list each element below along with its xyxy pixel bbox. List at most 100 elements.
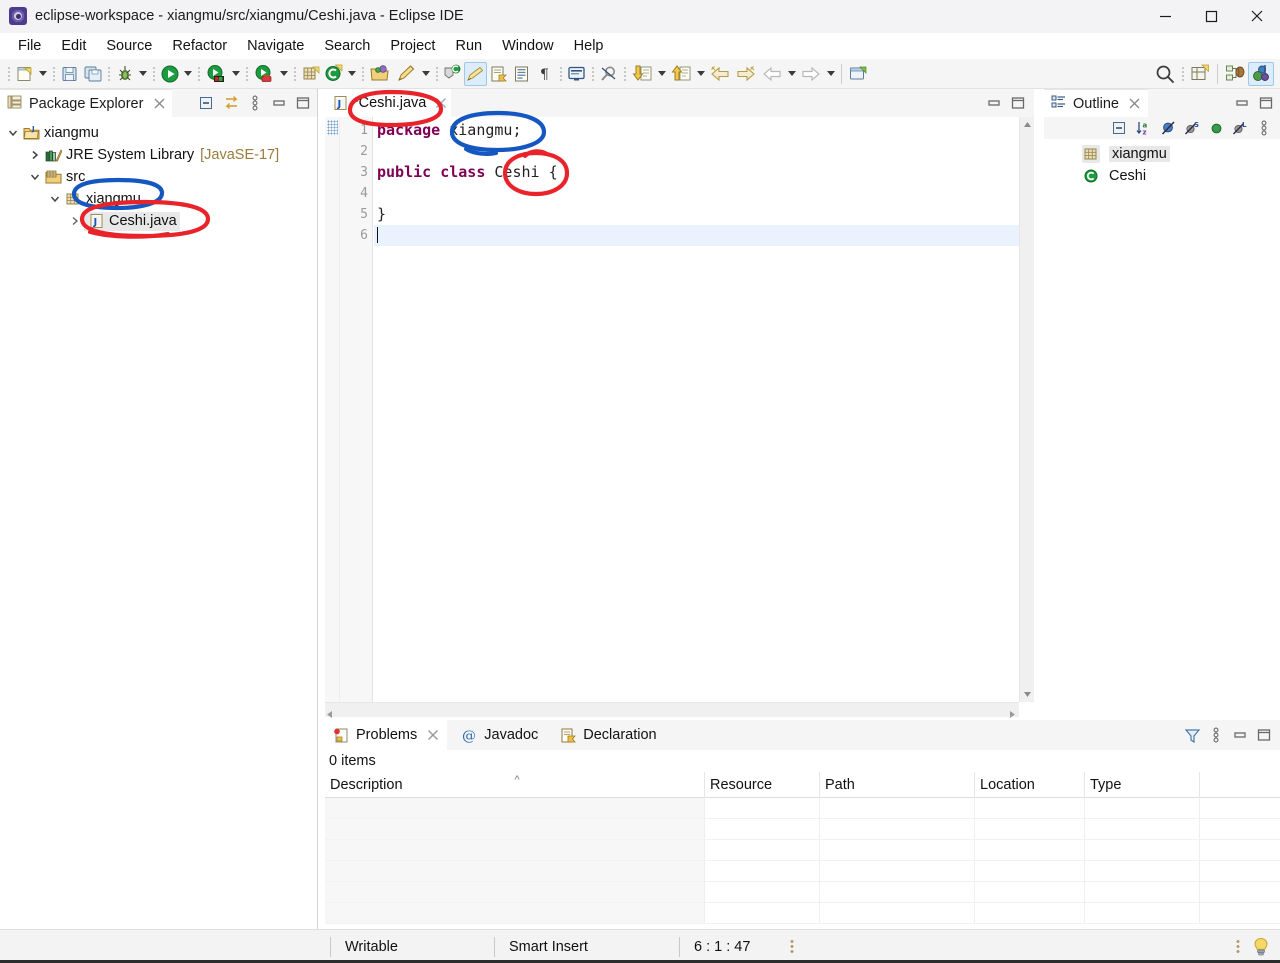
sort-icon[interactable]: a z: [1132, 116, 1156, 140]
code-line-1[interactable]: package xiangmu;: [374, 120, 1034, 141]
minimize-icon[interactable]: [1230, 91, 1254, 115]
minimize-icon[interactable]: [982, 91, 1006, 115]
status-trim-handle[interactable]: [1236, 938, 1240, 955]
edit-dropdown-icon[interactable]: [419, 62, 432, 86]
scroll-down-icon[interactable]: [1020, 687, 1035, 702]
menu-source[interactable]: Source: [96, 36, 162, 56]
run-dropdown-icon[interactable]: [181, 62, 194, 86]
tab-javadoc[interactable]: @ Javadoc: [447, 720, 546, 750]
next-edit-location-icon[interactable]: [733, 62, 759, 86]
hide-static-icon[interactable]: S: [1180, 116, 1204, 140]
minimize-icon[interactable]: [1142, 0, 1188, 33]
table-row[interactable]: [325, 798, 1280, 819]
menu-run[interactable]: Run: [445, 36, 492, 56]
menu-refactor[interactable]: Refactor: [162, 36, 237, 56]
filter-icon[interactable]: [1180, 723, 1204, 747]
twisty-expanded-icon[interactable]: [4, 122, 22, 144]
new-java-package-icon[interactable]: [299, 62, 322, 86]
tab-package-explorer[interactable]: Package Explorer: [0, 89, 173, 117]
menu-help[interactable]: Help: [564, 36, 614, 56]
previous-annotation-icon[interactable]: [668, 62, 694, 86]
status-resize-handle[interactable]: [790, 938, 794, 955]
editor-horizontal-scrollbar[interactable]: [325, 702, 1019, 718]
twisty-expanded-icon[interactable]: [46, 188, 64, 210]
twisty-expanded-icon[interactable]: [26, 166, 44, 188]
java-perspective-icon[interactable]: [1248, 61, 1274, 86]
coverage-icon[interactable]: [203, 62, 229, 86]
open-perspective-icon[interactable]: [1187, 62, 1213, 86]
link-with-editor-icon[interactable]: [219, 91, 243, 115]
code-line-4[interactable]: [374, 183, 1034, 204]
view-menu-icon[interactable]: [243, 91, 267, 115]
column-header-resource[interactable]: Resource: [705, 772, 820, 798]
code-text-area[interactable]: package xiangmu; public class Ceshi { }: [374, 117, 1034, 717]
next-annotation-icon[interactable]: [629, 62, 655, 86]
column-header-location[interactable]: Location: [975, 772, 1085, 798]
forward-dropdown-icon[interactable]: [824, 62, 837, 86]
show-pilcrow-icon[interactable]: ¶: [533, 62, 556, 86]
profile-dropdown-icon[interactable]: [277, 62, 290, 86]
collapse-all-icon[interactable]: [1108, 116, 1132, 140]
last-edit-location-icon[interactable]: [707, 62, 733, 86]
column-header-extra[interactable]: [1200, 772, 1280, 798]
console-icon[interactable]: [565, 62, 588, 86]
maximize-icon[interactable]: [291, 91, 315, 115]
tab-outline[interactable]: Outline: [1044, 89, 1148, 117]
menu-search[interactable]: Search: [314, 36, 380, 56]
code-line-3[interactable]: public class Ceshi {: [374, 162, 1034, 183]
back-icon[interactable]: [759, 62, 785, 86]
edit-icon[interactable]: [393, 62, 419, 86]
save-all-icon[interactable]: [81, 62, 104, 86]
tree-item-package-xiangmu[interactable]: xiangmu: [0, 188, 317, 210]
run-icon[interactable]: [158, 62, 181, 86]
tab-problems[interactable]: Problems: [325, 720, 448, 750]
profile-icon[interactable]: [251, 62, 277, 86]
view-menu-icon[interactable]: [1252, 116, 1276, 140]
java-ee-perspective-icon[interactable]: [1222, 62, 1248, 86]
close-icon[interactable]: [1128, 97, 1142, 111]
table-row[interactable]: [325, 840, 1280, 861]
menu-project[interactable]: Project: [380, 36, 445, 56]
maximize-icon[interactable]: [1006, 91, 1030, 115]
column-header-description[interactable]: Description ^: [325, 772, 705, 798]
code-line-6[interactable]: [374, 225, 1034, 246]
maximize-icon[interactable]: [1254, 91, 1278, 115]
editor-vertical-scrollbar[interactable]: [1019, 117, 1034, 702]
open-type-icon[interactable]: [367, 62, 393, 86]
tree-item-jre-system-library[interactable]: JRE System Library [JavaSE-17]: [0, 144, 317, 166]
menu-navigate[interactable]: Navigate: [237, 36, 314, 56]
coverage-dropdown-icon[interactable]: [229, 62, 242, 86]
minimize-icon[interactable]: [267, 91, 291, 115]
tree-item-src[interactable]: src: [0, 166, 317, 188]
annotation-ruler[interactable]: [325, 117, 340, 717]
new-wizard-dropdown-icon[interactable]: [36, 62, 49, 86]
lightbulb-icon[interactable]: [1250, 936, 1272, 958]
hide-fields-icon[interactable]: [1156, 116, 1180, 140]
close-icon[interactable]: [152, 97, 166, 111]
tree-item-file-ceshi-java[interactable]: J Ceshi.java: [0, 210, 317, 232]
toggle-mark-occurrences-icon[interactable]: [464, 61, 487, 86]
maximize-icon[interactable]: [1252, 723, 1276, 747]
editor-tab-ceshi-java[interactable]: J *Ceshi.java: [325, 89, 452, 117]
save-icon[interactable]: [58, 62, 81, 86]
twisty-collapsed-icon[interactable]: [66, 210, 84, 232]
close-icon[interactable]: [427, 729, 439, 741]
view-menu-icon[interactable]: [1204, 723, 1228, 747]
hide-local-types-icon[interactable]: L: [1228, 116, 1252, 140]
back-dropdown-icon[interactable]: [785, 62, 798, 86]
menu-window[interactable]: Window: [492, 36, 564, 56]
annotation-marker[interactable]: [327, 120, 338, 135]
scroll-up-icon[interactable]: [1020, 117, 1035, 132]
tab-declaration[interactable]: Declaration: [546, 720, 664, 750]
table-row[interactable]: [325, 861, 1280, 882]
column-header-path[interactable]: Path: [820, 772, 975, 798]
code-line-5[interactable]: }: [374, 204, 1034, 225]
outline-item-ceshi[interactable]: Ceshi: [1044, 165, 1280, 187]
next-annotation-dropdown-icon[interactable]: [655, 62, 668, 86]
forward-icon[interactable]: [798, 62, 824, 86]
collapse-all-icon[interactable]: [195, 91, 219, 115]
table-row[interactable]: [325, 882, 1280, 903]
menu-file[interactable]: File: [8, 36, 51, 56]
previous-annotation-dropdown-icon[interactable]: [694, 62, 707, 86]
skip-breakpoints-icon[interactable]: [441, 62, 464, 86]
